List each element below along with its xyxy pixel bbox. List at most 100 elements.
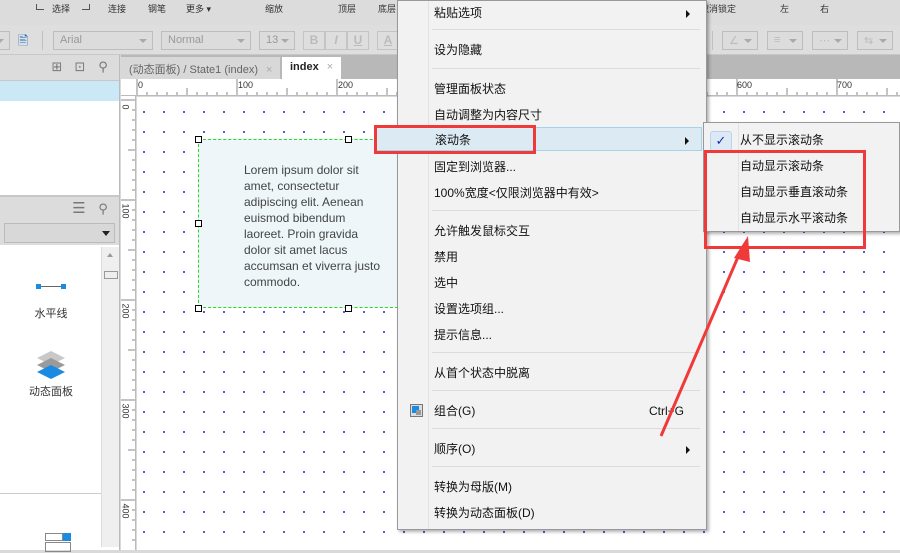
vertical-ruler: 0 100 200 300 400	[121, 96, 136, 550]
toolbar-zoom[interactable]: 缩放	[265, 2, 283, 15]
resize-handle[interactable]	[345, 136, 352, 143]
font-color-button[interactable]: A	[377, 31, 399, 50]
menu-item-label: 顺序(O)	[434, 442, 476, 456]
menu-item-shortcut: Ctrl+G	[648, 404, 684, 418]
submenu-arrow-icon	[686, 446, 690, 454]
toolbar-separator	[712, 31, 713, 50]
menu-item-convert-to-master[interactable]: 转换为母版(M)	[402, 475, 702, 499]
menu-separator	[432, 428, 700, 429]
select-bracket-left-icon	[36, 4, 44, 10]
font-family-value: Arial	[60, 34, 83, 46]
menu-item-paste-options[interactable]: 粘贴选项	[402, 1, 702, 25]
resize-handle[interactable]	[195, 305, 202, 312]
line-style-button[interactable]: ⋯	[812, 31, 848, 50]
italic-button[interactable]: I	[325, 31, 347, 50]
annotation-box-scrollbar-item	[374, 125, 536, 154]
menu-item-manage-panel-states[interactable]: 管理面板状态	[402, 77, 702, 101]
selected-page-row[interactable]	[0, 81, 119, 101]
menu-item-set-hidden[interactable]: 设为隐藏	[402, 38, 702, 62]
menu-item-order[interactable]: 顺序(O)	[402, 437, 702, 461]
library-select[interactable]	[0, 221, 119, 245]
menu-separator	[432, 210, 700, 211]
menu-item-label: 粘贴选项	[434, 6, 483, 20]
add-folder-icon[interactable]: ⊡	[73, 60, 87, 74]
format-painter-icon[interactable]: 🖹	[18, 32, 32, 48]
toolbar-more[interactable]: 更多 ▾	[186, 2, 211, 15]
menu-item-label: 固定到浏览器...	[434, 160, 517, 174]
menu-item-convert-to-dynamic-panel[interactable]: 转换为动态面板(D)	[402, 501, 702, 525]
font-style-value: Normal	[168, 34, 204, 46]
style-dropdown[interactable]	[0, 31, 10, 50]
search-icon[interactable]: ⚲	[96, 202, 110, 216]
ruler-label: 0	[121, 104, 131, 110]
font-size-select[interactable]: 13	[259, 31, 295, 50]
toolbar-select[interactable]: 选择	[52, 2, 70, 15]
widget-dynamic-panel[interactable]: 动态面板	[0, 349, 102, 399]
menu-item-select[interactable]: 选中	[402, 271, 702, 295]
ruler-label: 700	[837, 80, 853, 90]
tab-label: (动态面板) / State1 (index)	[129, 64, 258, 76]
menu-icon[interactable]: ☰	[72, 201, 86, 216]
menu-item-tooltip[interactable]: 提示信息...	[402, 323, 702, 347]
toolbar-send-back[interactable]: 底层	[378, 2, 396, 15]
toolbar-align-left[interactable]: 左	[780, 2, 789, 15]
toolbar-connect[interactable]: 连接	[108, 2, 126, 15]
menu-item-full-width[interactable]: 100%宽度<仅限浏览器中有效>	[402, 181, 702, 205]
select-bracket-right-icon	[82, 4, 90, 10]
menu-item-label: 从首个状态中脱离	[434, 366, 531, 380]
library-scrollbar[interactable]	[101, 247, 119, 547]
menu-item-label: 设置选项组...	[434, 302, 505, 316]
toolbar-pen[interactable]: 钢笔	[148, 2, 166, 15]
arrow-style-button[interactable]: ⇆	[857, 31, 893, 50]
font-family-select[interactable]: Arial	[53, 31, 153, 50]
menu-separator	[432, 466, 700, 467]
close-icon[interactable]: ×	[327, 61, 333, 73]
bold-button[interactable]: B	[303, 31, 325, 50]
resize-handle[interactable]	[345, 305, 352, 312]
toolbar-align-right[interactable]: 右	[820, 2, 829, 15]
group-icon	[410, 404, 423, 417]
menu-separator	[432, 29, 700, 30]
menu-item-fit-to-content[interactable]: 自动调整为内容尺寸	[402, 103, 702, 127]
menu-item-label: 100%宽度<仅限浏览器中有效>	[434, 186, 599, 200]
tab-dynamic-panel-state[interactable]: (动态面板) / State1 (index) ×	[121, 57, 281, 79]
tab-index[interactable]: index ×	[282, 57, 342, 79]
ruler-label: 200	[338, 80, 354, 90]
ruler-label: 600	[737, 80, 753, 90]
font-style-select[interactable]: Normal	[161, 31, 251, 50]
library-panel-header: ☰ ⚲	[0, 197, 119, 221]
widget-horizontal-line[interactable]: 水平线	[0, 283, 102, 321]
close-icon[interactable]: ×	[266, 64, 272, 76]
ruler-label: 400	[121, 503, 131, 519]
menu-item-label: 转换为母版(M)	[434, 480, 512, 494]
menu-item-break-away-first-state[interactable]: 从首个状态中脱离	[402, 361, 702, 385]
menu-separator	[432, 390, 700, 391]
chevron-down-icon	[102, 231, 110, 236]
toolbar-bring-front[interactable]: 顶层	[338, 2, 356, 15]
line-color-button[interactable]: ∠	[722, 31, 758, 50]
search-icon[interactable]: ⚲	[96, 60, 110, 74]
menu-item-set-option-group[interactable]: 设置选项组...	[402, 297, 702, 321]
library-panel: ☰ ⚲ 水平线 动态面板	[0, 195, 120, 553]
listbox-widget-icon[interactable]	[45, 533, 71, 553]
line-weight-button[interactable]: ≡	[767, 31, 803, 50]
pages-panel: ⊞ ⊡ ⚲	[0, 55, 120, 195]
menu-item-label: 转换为动态面板(D)	[434, 506, 535, 520]
menu-item-group[interactable]: 组合(G) Ctrl+G	[402, 399, 702, 423]
underline-button[interactable]: U	[347, 31, 369, 50]
menu-item-label: 提示信息...	[434, 328, 493, 342]
resize-handle[interactable]	[195, 220, 202, 227]
ruler-label: 300	[121, 403, 131, 419]
resize-handle[interactable]	[195, 136, 202, 143]
add-page-icon[interactable]: ⊞	[50, 60, 64, 74]
menu-item-pin-to-browser[interactable]: 固定到浏览器...	[402, 155, 702, 179]
ruler-label: 100	[238, 80, 254, 90]
menu-item-disable[interactable]: 禁用	[402, 245, 702, 269]
toolbar-separator	[42, 31, 43, 50]
divider	[0, 493, 102, 494]
menu-item-label: 管理面板状态	[434, 82, 507, 96]
menu-item-label: 选中	[434, 276, 459, 290]
menu-item-allow-mouse-interaction[interactable]: 允许触发鼠标交互	[402, 219, 702, 243]
ruler-label: 0	[138, 80, 144, 90]
annotation-box-auto-options	[704, 150, 866, 249]
